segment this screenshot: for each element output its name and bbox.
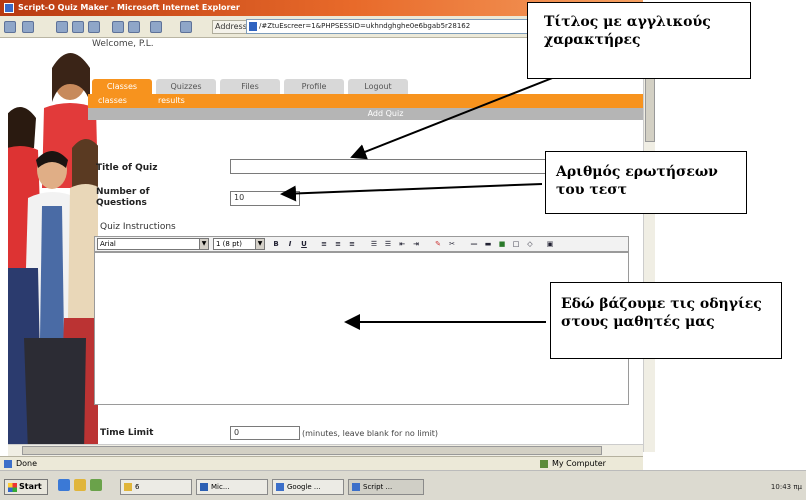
size-select[interactable]: 1 (8 pt) ▼: [213, 238, 265, 250]
insert-image-button[interactable]: ■: [497, 239, 507, 249]
back-icon[interactable]: [4, 21, 16, 33]
taskbar-task-label: 6: [135, 483, 140, 491]
align-left-button[interactable]: ≡: [319, 239, 329, 249]
callout-instructions: Εδώ βάζουμε τις οδηγίες στους μαθητές μα…: [550, 282, 782, 359]
tab-profile[interactable]: Profile: [284, 79, 344, 94]
time-limit-hint: (minutes, leave blank for no limit): [302, 429, 439, 438]
instructions-label: Quiz Instructions: [100, 222, 176, 232]
horizontal-scroll-thumb[interactable]: [22, 446, 602, 455]
folder-icon: [124, 483, 132, 491]
callout-questions: Αριθμός ερωτήσεων του τεστ: [545, 151, 747, 214]
vertical-scrollbar[interactable]: [643, 38, 655, 452]
page-content: Welcome, P.L. Classes Quizzes Files Prof…: [8, 38, 643, 452]
system-tray: 10:43 πμ: [642, 478, 802, 496]
page-done-icon: [4, 460, 12, 468]
screenshot-root: Script-O Quiz Maker - Microsoft Internet…: [0, 0, 806, 500]
bold-button[interactable]: B: [271, 239, 281, 249]
chevron-down-icon: ▼: [199, 239, 208, 249]
word-icon: [200, 483, 208, 491]
tab-files[interactable]: Files: [220, 79, 280, 94]
time-limit-input[interactable]: 0: [230, 426, 300, 440]
fullscreen-button[interactable]: ▣: [545, 239, 555, 249]
students-photo: [8, 38, 98, 452]
insert-table-button[interactable]: □: [511, 239, 521, 249]
taskbar-task-2[interactable]: Mic...: [196, 479, 268, 495]
ie-quicklaunch-icon[interactable]: [58, 479, 70, 491]
taskbar-task-label: Mic...: [211, 483, 230, 491]
insert-link-button[interactable]: ▬: [483, 239, 493, 249]
horizontal-rule-button[interactable]: —: [469, 239, 479, 249]
indent-button[interactable]: ⇥: [411, 239, 421, 249]
clock[interactable]: 10:43 πμ: [771, 483, 802, 491]
instructions-editor[interactable]: [94, 252, 629, 405]
taskbar-task-3[interactable]: Google ...: [272, 479, 344, 495]
section-title-bar: Add Quiz: [88, 108, 643, 120]
ordered-list-button[interactable]: ☰: [369, 239, 379, 249]
editor-toolbar: Arial ▼ 1 (8 pt) ▼ B I U ≡ ≡ ≡ ☰ ☰ ⇤ ⇥ ✎…: [94, 236, 629, 252]
number-questions-input[interactable]: 10: [230, 191, 300, 206]
callout-title: Τίτλος με αγγλικούς χαρακτήρες: [527, 2, 751, 79]
address-url: /#ZtuEscreer=1&PHPSESSID=ukhndghghe0e6bg…: [259, 22, 471, 30]
italic-button[interactable]: I: [285, 239, 295, 249]
favorites-icon[interactable]: [128, 21, 140, 33]
status-bar: Done My Computer: [0, 456, 643, 470]
number-questions-label-line1: Number of: [96, 187, 150, 197]
start-button[interactable]: Start: [4, 479, 48, 495]
outdent-button[interactable]: ⇤: [397, 239, 407, 249]
subnav-results[interactable]: results: [158, 94, 185, 108]
unordered-list-button[interactable]: ☰: [383, 239, 393, 249]
ie-icon: [276, 483, 284, 491]
forward-icon[interactable]: [22, 21, 34, 33]
align-right-button[interactable]: ≡: [347, 239, 357, 249]
tab-classes[interactable]: Classes: [92, 79, 152, 94]
taskbar-task-label: Script ...: [363, 483, 393, 491]
media-quicklaunch-icon[interactable]: [90, 479, 102, 491]
title-label: Title of Quiz: [96, 163, 158, 173]
size-select-value: 1 (8 pt): [216, 240, 243, 248]
taskbar: Start 6 Mic... Google ... Script ... 10:…: [0, 470, 806, 500]
mail-icon[interactable]: [150, 21, 162, 33]
align-center-button[interactable]: ≡: [333, 239, 343, 249]
font-select-value: Arial: [100, 240, 116, 248]
taskbar-task-4[interactable]: Script ...: [348, 479, 424, 495]
home-icon[interactable]: [88, 21, 100, 33]
start-label: Start: [19, 482, 42, 491]
tab-quizzes[interactable]: Quizzes: [156, 79, 216, 94]
taskbar-task-label: Google ...: [287, 483, 321, 491]
stop-icon[interactable]: [56, 21, 68, 33]
source-view-button[interactable]: ◇: [525, 239, 535, 249]
print-icon[interactable]: [180, 21, 192, 33]
status-text: Done: [16, 459, 38, 468]
highlight-button[interactable]: ✂: [447, 239, 457, 249]
tab-logout[interactable]: Logout: [348, 79, 408, 94]
window-title: Script-O Quiz Maker - Microsoft Internet…: [18, 3, 240, 12]
status-zone: My Computer: [552, 459, 606, 468]
windows-logo-icon: [8, 483, 17, 492]
chevron-down-icon: ▼: [255, 239, 264, 249]
sub-navigation: classes results: [88, 94, 643, 108]
computer-zone-icon: [540, 460, 548, 468]
welcome-text: Welcome, P.L.: [92, 39, 154, 49]
folder-quicklaunch-icon[interactable]: [74, 479, 86, 491]
ie-app-icon: [4, 3, 14, 13]
horizontal-scrollbar[interactable]: [8, 444, 643, 456]
search-icon[interactable]: [112, 21, 124, 33]
ie-icon: [352, 483, 360, 491]
refresh-icon[interactable]: [72, 21, 84, 33]
text-color-button[interactable]: ✎: [433, 239, 443, 249]
subnav-classes[interactable]: classes: [98, 94, 127, 108]
time-limit-label: Time Limit: [100, 428, 154, 438]
underline-button[interactable]: U: [299, 239, 309, 249]
font-select[interactable]: Arial ▼: [97, 238, 209, 250]
page-favicon-icon: [249, 22, 257, 31]
taskbar-task-1[interactable]: 6: [120, 479, 192, 495]
number-questions-label-line2: Questions: [96, 198, 147, 208]
address-label: Address: [212, 20, 250, 34]
